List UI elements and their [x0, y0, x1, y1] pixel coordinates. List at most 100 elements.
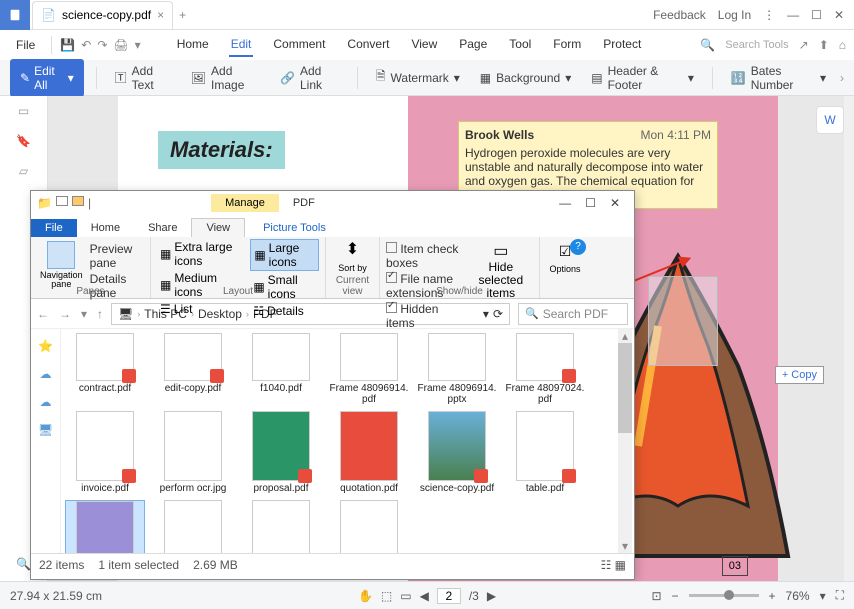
document-tab[interactable]: 📄 science-copy.pdf × — [32, 1, 173, 29]
scroll-thumb[interactable] — [618, 343, 632, 433]
manage-tab[interactable]: Manage — [211, 194, 279, 212]
add-tab-button[interactable]: + — [173, 8, 192, 22]
file-item[interactable]: contract.pdf — [65, 333, 145, 405]
options-button[interactable]: Options — [549, 264, 580, 274]
ribbon-home[interactable]: Home — [77, 219, 134, 237]
zoom-chevron-icon[interactable]: ▾ — [820, 589, 826, 603]
qat-icon[interactable] — [56, 196, 68, 206]
hide-selected-icon[interactable]: ▭ — [469, 243, 533, 261]
file-item[interactable]: f1040.pdf — [241, 333, 321, 405]
zoom-out-icon[interactable]: − — [672, 589, 679, 603]
search-tools[interactable]: Search Tools — [725, 39, 788, 51]
file-item[interactable]: table.pdf — [505, 411, 585, 494]
save-icon[interactable]: 💾 — [60, 38, 75, 52]
layout-details[interactable]: ☷Details — [250, 303, 319, 319]
file-item[interactable]: quotation.pdf — [329, 411, 409, 494]
page-input[interactable] — [437, 588, 461, 604]
zoom-in-icon[interactable]: + — [769, 589, 776, 603]
tab-form[interactable]: Form — [551, 33, 583, 57]
share-icon[interactable]: ↗ — [799, 38, 809, 52]
file-item[interactable]: bill.pdf — [241, 500, 321, 553]
back-button[interactable]: ← — [37, 307, 49, 321]
fit-icon[interactable]: ⊡ — [651, 589, 661, 603]
maximize-button[interactable]: ☐ — [585, 196, 596, 210]
file-item[interactable]: invoice.pdf — [65, 411, 145, 494]
layout-list[interactable]: ☰List — [157, 301, 246, 317]
qat-icon[interactable] — [72, 196, 84, 206]
maximize-button[interactable]: ☐ — [811, 8, 822, 22]
print-icon[interactable]: 🖨 — [113, 38, 128, 52]
select-tool-icon[interactable]: ⬚ — [381, 589, 392, 603]
up-button[interactable]: ↑ — [97, 307, 103, 321]
edit-all-button[interactable]: ✎ Edit All ▾ — [10, 59, 84, 97]
file-item[interactable]: Frame 48097024.pdf — [505, 333, 585, 405]
ribbon-view[interactable]: View — [191, 218, 245, 237]
tab-convert[interactable]: Convert — [345, 33, 391, 57]
hand-tool-icon[interactable]: ✋ — [358, 589, 373, 603]
minimize-button[interactable]: — — [787, 8, 799, 22]
file-item[interactable]: Frame 48096914.pdf — [329, 333, 409, 405]
tab-view[interactable]: View — [409, 33, 439, 57]
add-text-button[interactable]: 🅃Add Text — [109, 60, 177, 96]
layout-xl[interactable]: ▦Extra large icons — [157, 239, 246, 269]
view-mode-icon[interactable]: ▭ — [400, 589, 411, 603]
nav-tree[interactable]: ⭐ ☁ ☁ 🖥 — [31, 329, 61, 553]
scroll-up-icon[interactable]: ▴ — [618, 329, 632, 343]
quick-access-icon[interactable]: ⭐ — [38, 339, 53, 353]
add-link-button[interactable]: 🔗Add Link — [274, 60, 345, 96]
undo-icon[interactable]: ↶ — [81, 38, 91, 52]
file-item[interactable]: tezos-WN5_7UBc7cw-unsplash.gif — [65, 500, 145, 553]
hidden-items[interactable]: Hidden items — [386, 302, 465, 330]
thumbnails-icon[interactable]: ▭ — [18, 104, 29, 118]
file-item[interactable]: edit-copy.pdf — [153, 333, 233, 405]
file-item[interactable]: perform ocr.jpg — [153, 411, 233, 494]
feedback-link[interactable]: Feedback — [653, 8, 706, 22]
cloud-icon[interactable]: ⬆ — [819, 38, 829, 52]
watermark-button[interactable]: 🗎Watermark ▾ — [370, 63, 466, 92]
ribbon-file[interactable]: File — [31, 219, 77, 237]
history-chevron[interactable]: ▾ — [81, 307, 87, 321]
background-button[interactable]: ▦Background ▾ — [474, 67, 577, 89]
tab-edit[interactable]: Edit — [229, 33, 254, 57]
sort-icon[interactable]: ⬍ — [346, 239, 359, 259]
drop-target[interactable] — [648, 276, 718, 366]
ribbon-share[interactable]: Share — [134, 219, 191, 237]
onedrive-icon[interactable]: ☁ — [40, 367, 52, 381]
redo-icon[interactable]: ↷ — [97, 38, 107, 52]
add-image-button[interactable]: 🖼Add Image — [185, 60, 266, 96]
file-item[interactable]: time table.pdf — [153, 500, 233, 553]
login-link[interactable]: Log In — [718, 8, 751, 22]
word-badge-icon[interactable]: W — [816, 106, 844, 134]
tab-home[interactable]: Home — [175, 33, 211, 57]
ribbon-picture-tools[interactable]: Picture Tools — [249, 219, 340, 237]
view-mode-icons[interactable]: ☷ ▦ — [601, 558, 626, 572]
nav-pane-icon[interactable] — [47, 241, 75, 269]
close-tab-icon[interactable]: × — [157, 8, 164, 22]
next-page-icon[interactable]: ▶ — [487, 589, 496, 603]
file-item[interactable]: bill(English).pdf — [329, 500, 409, 553]
chevron-down-icon[interactable]: ▾ — [135, 38, 141, 52]
file-menu[interactable]: File — [8, 34, 43, 56]
fullscreen-icon[interactable]: ⛶ — [836, 588, 844, 603]
zoom-slider[interactable] — [689, 594, 759, 597]
kebab-icon[interactable]: ⋮ — [763, 8, 775, 22]
folder-icon[interactable]: 📁 — [37, 196, 52, 210]
sort-by[interactable]: Sort by — [338, 263, 367, 273]
minimize-button[interactable]: — — [559, 196, 571, 210]
search-icon[interactable]: 🔍 — [16, 557, 31, 571]
bates-number-button[interactable]: 🔢Bates Number ▾ — [725, 60, 832, 96]
close-button[interactable]: ✕ — [610, 196, 620, 210]
onedrive-icon[interactable]: ☁ — [40, 395, 52, 409]
chevron-right-icon[interactable]: › — [840, 71, 844, 85]
scrollbar[interactable]: ▴ ▾ — [618, 329, 632, 553]
prev-page-icon[interactable]: ◀ — [420, 589, 429, 603]
layout-lg[interactable]: ▦Large icons — [250, 239, 319, 271]
bookmark-icon[interactable]: 🔖 — [16, 134, 31, 148]
tab-page[interactable]: Page — [457, 33, 489, 57]
this-pc-icon[interactable]: 🖥 — [38, 423, 53, 437]
file-item[interactable]: Frame 48096914.pptx — [417, 333, 497, 405]
forward-button[interactable]: → — [59, 307, 71, 321]
file-item[interactable]: proposal.pdf — [241, 411, 321, 494]
search-input[interactable]: 🔍 Search PDF — [518, 303, 628, 325]
tab-protect[interactable]: Protect — [601, 33, 643, 57]
